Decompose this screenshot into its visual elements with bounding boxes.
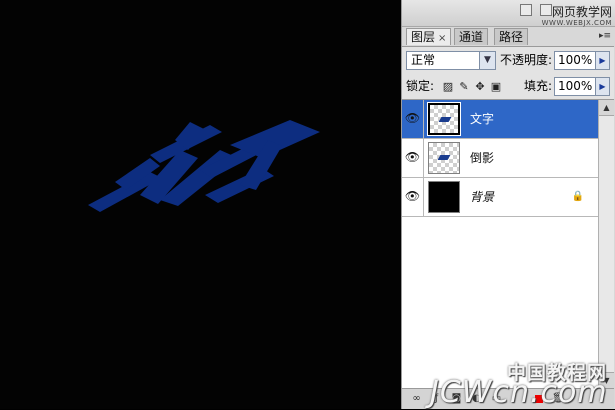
eye-icon[interactable]: 👁 <box>404 109 421 128</box>
eye-icon[interactable]: 👁 <box>404 148 421 167</box>
layers-scrollbar[interactable]: ▲ ▼ <box>598 100 614 388</box>
new-layer-icon[interactable] <box>535 395 543 403</box>
blue-text-artwork <box>88 120 320 212</box>
fill-arrow-icon[interactable]: ▶ <box>595 78 609 95</box>
trash-icon[interactable]: 🗑 <box>552 393 565 405</box>
panel-title-bar: 网页教学网 WWW.WEBJX.COM <box>402 0 615 27</box>
opacity-arrow-icon[interactable]: ▶ <box>595 52 609 69</box>
tab-channels[interactable]: 通道 <box>454 28 489 45</box>
layer-row-text[interactable]: 👁 文字 <box>402 100 598 139</box>
site-watermark-top: 网页教学网 WWW.WEBJX.COM <box>541 5 612 28</box>
scroll-down-icon[interactable]: ▼ <box>599 372 614 388</box>
layer-row-reflection[interactable]: 👁 倒影 <box>402 139 598 178</box>
layers-footer-toolbar: ∞ ƒ ◙ ◐ ▭ 🗑 <box>402 388 614 409</box>
lock-label: 锁定: <box>406 79 435 93</box>
layer-mask-icon[interactable]: ◙ <box>450 393 463 405</box>
adjustment-layer-icon[interactable]: ◐ <box>470 393 483 405</box>
layer-options: 正常 ▼ 不透明度: 100% ▶ 锁定: ▨ ✎ ✥ ▣ 填充: 100% ▶ <box>402 46 614 100</box>
minimize-icon[interactable] <box>520 4 532 16</box>
artwork <box>88 120 320 212</box>
layer-thumbnail[interactable] <box>428 181 460 213</box>
layers-panel: 网页教学网 WWW.WEBJX.COM 图层 × 通道 路径 ▸≡ 正常 ▼ 不透… <box>401 0 615 409</box>
lock-all-icon[interactable]: ▣ <box>490 81 502 93</box>
close-icon[interactable]: × <box>438 33 446 44</box>
layer-name[interactable]: 倒影 <box>470 149 494 167</box>
layer-row-background[interactable]: 👁 背景 🔒 <box>402 178 598 217</box>
tab-paths[interactable]: 路径 <box>494 28 529 45</box>
opacity-field[interactable]: 100% ▶ <box>554 51 610 70</box>
panel-menu-icon[interactable]: ▸≡ <box>598 30 612 42</box>
chevron-down-icon[interactable]: ▼ <box>479 52 495 69</box>
document-canvas[interactable] <box>0 0 401 409</box>
layers-list: 👁 文字 👁 倒影 👁 背景 🔒 <box>402 100 614 388</box>
layer-name[interactable]: 背景 <box>470 188 494 206</box>
panel-tabs: 图层 × 通道 路径 ▸≡ <box>406 28 612 46</box>
layer-thumbnail[interactable] <box>427 102 461 136</box>
tab-layers[interactable]: 图层 × <box>406 28 452 45</box>
link-layers-icon[interactable]: ∞ <box>410 393 423 405</box>
scroll-up-icon[interactable]: ▲ <box>599 100 614 116</box>
lock-transparent-icon[interactable]: ▨ <box>442 81 454 93</box>
lock-position-move-icon[interactable]: ✥ <box>474 81 486 93</box>
opacity-label: 不透明度: <box>500 53 553 67</box>
group-folder-icon[interactable]: ▭ <box>490 393 503 405</box>
layer-name[interactable]: 文字 <box>470 110 494 128</box>
lock-icon: 🔒 <box>571 191 584 202</box>
lock-image-brush-icon[interactable]: ✎ <box>458 81 470 93</box>
layer-thumbnail[interactable] <box>428 142 460 174</box>
fill-label: 填充: <box>524 79 553 93</box>
blend-mode-select[interactable]: 正常 ▼ <box>406 51 496 70</box>
eye-icon[interactable]: 👁 <box>404 187 421 206</box>
layer-style-icon[interactable]: ƒ <box>430 393 443 405</box>
fill-field[interactable]: 100% ▶ <box>554 77 610 96</box>
